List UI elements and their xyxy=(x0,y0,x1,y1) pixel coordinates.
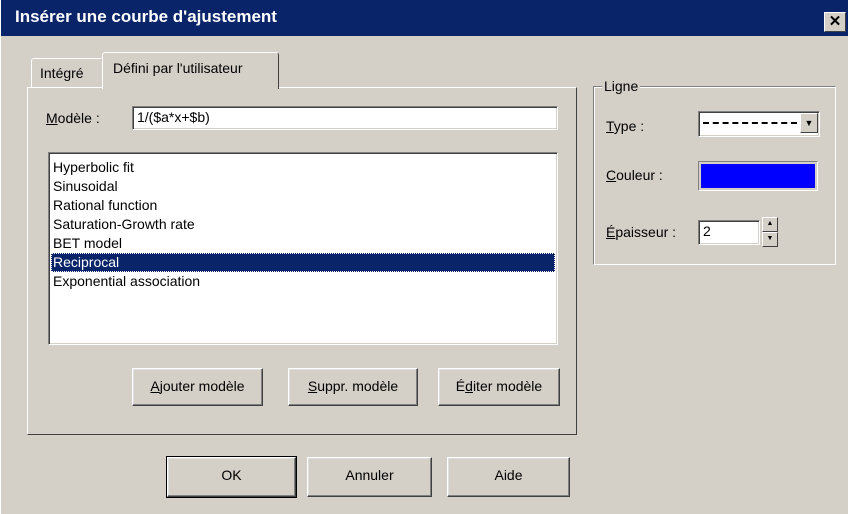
title-bar[interactable]: Insérer une courbe d'ajustement ✕ xyxy=(1,0,848,36)
model-listbox[interactable]: Hyperbolic fit Sinusoidal Rational functio… xyxy=(48,152,558,345)
list-item[interactable]: Reciprocal xyxy=(51,253,555,272)
list-item[interactable]: Rational function xyxy=(51,196,555,215)
tab-label: Intégré xyxy=(40,65,84,81)
model-label: Modèle : xyxy=(46,110,100,126)
line-groupbox: Ligne Type : ▼ Couleur : Épaisseur : 2 ▲… xyxy=(593,78,836,265)
line-type-dropdown[interactable]: ▼ xyxy=(698,111,820,137)
list-item[interactable]: Sinusoidal xyxy=(51,177,555,196)
color-fill xyxy=(701,164,815,188)
ok-button[interactable]: OK xyxy=(166,456,297,498)
list-item[interactable]: Exponential association xyxy=(51,272,555,291)
close-button[interactable]: ✕ xyxy=(824,12,846,32)
line-color-swatch[interactable] xyxy=(698,161,818,191)
list-item[interactable]: Saturation-Growth rate xyxy=(51,215,555,234)
add-model-button[interactable]: Ajouter modèle xyxy=(132,368,263,406)
fit-curve-dialog: Insérer une courbe d'ajustement ✕ Intégr… xyxy=(0,0,848,514)
close-icon: ✕ xyxy=(828,13,842,30)
tab-panel: Modèle : 1/($a*x+$b) Hyperbolic fit Sinus… xyxy=(27,87,577,435)
list-item[interactable]: BET model xyxy=(51,234,555,253)
delete-model-button[interactable]: Suppr. modèle xyxy=(288,368,418,406)
list-item[interactable]: Hyperbolic fit xyxy=(51,158,555,177)
chevron-down-icon[interactable]: ▼ xyxy=(800,113,818,133)
cancel-button[interactable]: Annuler xyxy=(307,457,432,497)
model-input[interactable]: 1/($a*x+$b) xyxy=(132,106,558,130)
window-title: Insérer une courbe d'ajustement xyxy=(15,7,277,26)
type-label: Type : xyxy=(606,118,645,134)
dashed-line-icon xyxy=(703,122,797,124)
color-label: Couleur : xyxy=(606,167,663,183)
tab-user-defined[interactable]: Défini par l'utilisateur xyxy=(102,52,279,89)
help-button[interactable]: Aide xyxy=(447,457,570,497)
line-group-title: Ligne xyxy=(602,78,641,94)
spin-up-icon[interactable]: ▲ xyxy=(762,217,778,232)
thickness-label: Épaisseur : xyxy=(606,224,677,240)
tab-integre[interactable]: Intégré xyxy=(31,58,103,88)
spin-down-icon[interactable]: ▼ xyxy=(762,232,778,247)
tab-label: Défini par l'utilisateur xyxy=(113,60,243,76)
thickness-input[interactable]: 2 xyxy=(698,220,760,245)
thickness-spinner: ▲ ▼ xyxy=(762,217,778,247)
edit-model-button[interactable]: Éditer modèle xyxy=(438,368,560,406)
